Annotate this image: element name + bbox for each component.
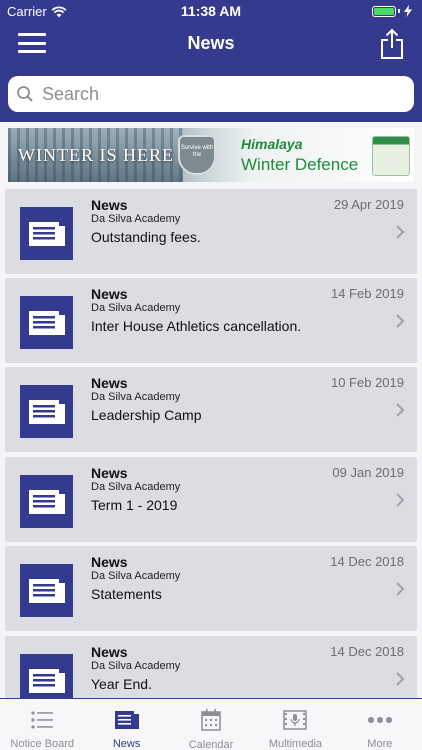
more-dots-icon: [367, 716, 392, 723]
tab-label: More: [367, 738, 393, 750]
tab-multimedia[interactable]: Multimedia: [253, 699, 337, 750]
news-item-headline: Outstanding fees.: [91, 229, 201, 245]
chevron-right-icon: [396, 493, 405, 507]
news-item-org: Da Silva Academy: [91, 660, 181, 672]
news-item-org: Da Silva Academy: [91, 302, 181, 314]
tab-bar: Notice Board News Calendar Multimedia Mo…: [0, 698, 422, 750]
newspaper-icon: [20, 654, 73, 698]
banner-badge-text: Survive with the: [180, 145, 214, 158]
news-item-type: News: [91, 554, 128, 570]
newspaper-icon: [20, 385, 73, 438]
ad-banner[interactable]: WINTER IS HERE Survive with the Himalaya…: [8, 128, 414, 182]
news-item-date: 14 Feb 2019: [330, 286, 404, 301]
microphone-icon: [283, 709, 308, 730]
news-item[interactable]: News Da Silva Academy Year End. 14 Dec 2…: [5, 636, 417, 698]
news-item-date: 14 Dec 2018: [330, 644, 404, 659]
chevron-right-icon: [396, 582, 405, 596]
news-item-date: 10 Feb 2019: [330, 375, 404, 390]
banner-product-pack-image: [372, 136, 410, 176]
tab-more[interactable]: More: [338, 699, 422, 750]
news-item-type: News: [91, 286, 128, 302]
page-title: News: [187, 33, 235, 53]
news-item-org: Da Silva Academy: [91, 213, 181, 225]
charging-bolt-icon: [404, 5, 412, 17]
news-item-headline: Leadership Camp: [91, 407, 202, 423]
chevron-right-icon: [396, 314, 405, 328]
newspaper-icon: [20, 207, 73, 260]
news-item[interactable]: News Da Silva Academy Statements 14 Dec …: [5, 546, 417, 631]
news-item-date: 29 Apr 2019: [333, 197, 404, 212]
newspaper-icon: [20, 564, 73, 617]
tab-label: Notice Board: [10, 738, 74, 750]
banner-brand-name: Himalaya: [241, 136, 303, 152]
list-icon: [31, 710, 54, 729]
news-item-headline: Statements: [91, 586, 162, 602]
banner-product-line: Winter Defence: [241, 155, 359, 174]
news-item-date: 09 Jan 2019: [332, 465, 404, 480]
newspaper-icon: [114, 710, 139, 729]
news-item-headline: Year End.: [91, 676, 152, 692]
news-item-org: Da Silva Academy: [91, 481, 181, 493]
news-item-type: News: [91, 465, 128, 481]
status-time: 11:38 AM: [180, 3, 242, 19]
status-bar: Carrier 11:38 AM: [0, 0, 422, 22]
tab-notice-board[interactable]: Notice Board: [0, 699, 84, 750]
news-item[interactable]: News Da Silva Academy Term 1 - 2019 09 J…: [5, 457, 417, 542]
share-button[interactable]: [380, 28, 404, 60]
tab-label: Calendar: [188, 739, 234, 750]
newspaper-icon: [20, 475, 73, 528]
tab-news[interactable]: News: [84, 699, 168, 750]
battery-icon: [372, 5, 412, 17]
news-item-headline: Term 1 - 2019: [91, 497, 178, 513]
news-item-type: News: [91, 197, 128, 213]
news-item-org: Da Silva Academy: [91, 570, 181, 582]
chevron-right-icon: [396, 672, 405, 686]
news-item-org: Da Silva Academy: [91, 391, 181, 403]
banner-brand-logo: Himalaya: [241, 136, 302, 152]
tab-calendar[interactable]: Calendar: [169, 699, 253, 750]
news-item-headline: Inter House Athletics cancellation.: [91, 318, 302, 334]
newspaper-icon: [20, 296, 73, 349]
banner-headline: WINTER IS HERE: [18, 145, 174, 165]
nav-bar: News: [0, 22, 422, 66]
tab-label: News: [112, 738, 141, 750]
tab-label: Multimedia: [268, 738, 323, 750]
news-list[interactable]: News Da Silva Academy Outstanding fees. …: [0, 186, 422, 698]
news-item[interactable]: News Da Silva Academy Inter House Athlet…: [5, 278, 417, 363]
chevron-right-icon: [396, 225, 405, 239]
news-item-type: News: [91, 644, 128, 660]
search-icon: [17, 86, 33, 102]
banner-shield-badge: Survive with the: [178, 135, 216, 175]
chevron-right-icon: [396, 403, 405, 417]
app-header: Carrier 11:38 AM News: [0, 0, 422, 122]
calendar-icon: [201, 709, 221, 731]
news-item-date: 14 Dec 2018: [330, 554, 404, 569]
news-item-type: News: [91, 375, 128, 391]
search-input[interactable]: [42, 83, 382, 105]
search-bar: [8, 76, 414, 112]
news-item[interactable]: News Da Silva Academy Leadership Camp 10…: [5, 367, 417, 452]
news-item[interactable]: News Da Silva Academy Outstanding fees. …: [5, 189, 417, 274]
